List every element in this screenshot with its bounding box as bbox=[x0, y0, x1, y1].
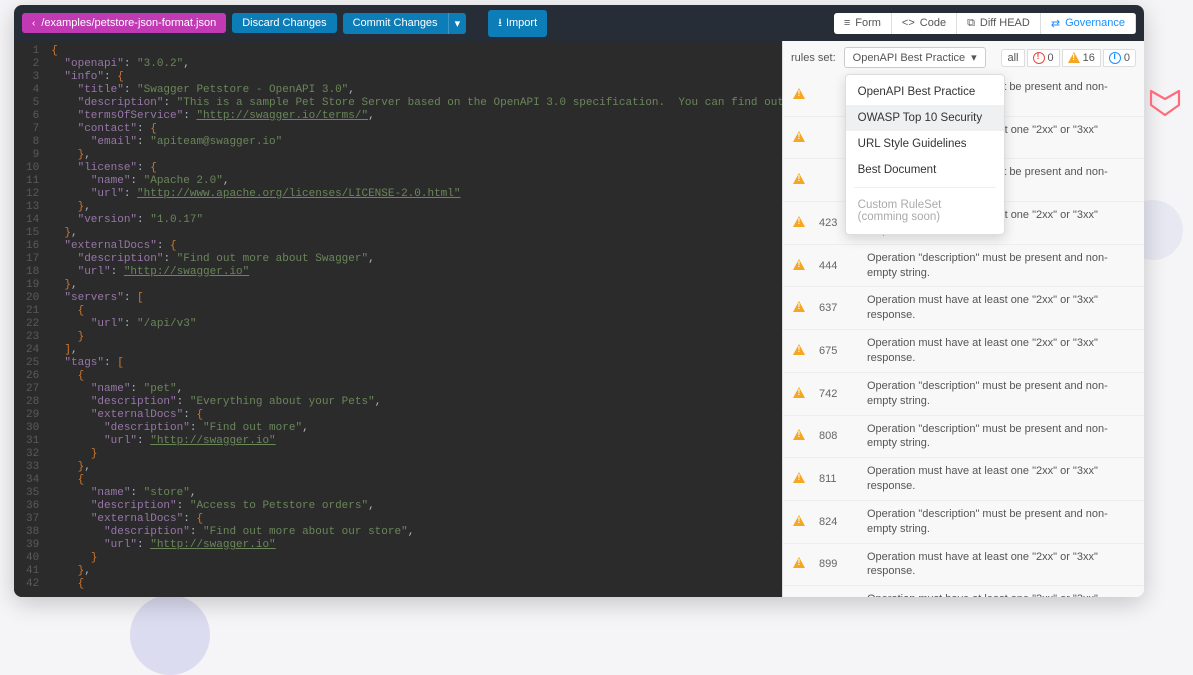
issue-line: 444 bbox=[819, 260, 857, 272]
issue-row[interactable]: 811 Operation must have at least one "2xx… bbox=[783, 458, 1144, 501]
tab-diff-head[interactable]: ⧉ Diff HEAD bbox=[957, 13, 1041, 34]
issue-line: 811 bbox=[819, 473, 857, 485]
chevron-down-icon: ▾ bbox=[971, 51, 977, 64]
warning-icon bbox=[793, 472, 805, 483]
issue-row[interactable]: 444 Operation "description" must be prese… bbox=[783, 245, 1144, 288]
ruleset-option[interactable]: Best Document bbox=[846, 157, 1004, 183]
breadcrumb-path: /examples/petstore-json-format.json bbox=[41, 17, 216, 29]
filter-errors[interactable]: 0 bbox=[1027, 49, 1060, 67]
filter-warnings[interactable]: 16 bbox=[1062, 49, 1101, 67]
rules-set-label: rules set: bbox=[791, 52, 836, 64]
commit-dropdown-icon[interactable]: ▾ bbox=[448, 13, 467, 34]
line-gutter: 1234567891011121314151617181920212223242… bbox=[14, 41, 47, 597]
back-arrow-icon: ‹ bbox=[32, 18, 35, 29]
warning-icon bbox=[793, 131, 805, 142]
issue-message: Operation "description" must be present … bbox=[867, 507, 1134, 537]
code-icon: <> bbox=[902, 17, 915, 29]
issue-row[interactable]: 899 Operation must have at least one "2xx… bbox=[783, 544, 1144, 587]
code-editor[interactable]: 1234567891011121314151617181920212223242… bbox=[14, 41, 782, 597]
issue-line: 675 bbox=[819, 345, 857, 357]
error-icon bbox=[1033, 52, 1045, 64]
code-content[interactable]: { "openapi": "3.0.2", "info": { "title":… bbox=[47, 41, 782, 597]
panel-header: rules set: OpenAPI Best Practice ▾ OpenA… bbox=[783, 41, 1144, 74]
discard-changes-button[interactable]: Discard Changes bbox=[232, 13, 336, 33]
info-icon bbox=[1109, 52, 1121, 64]
commit-changes-split-button[interactable]: Commit Changes ▾ bbox=[343, 13, 467, 34]
issue-row[interactable]: 923Operation must have at least one "2xx… bbox=[783, 586, 1144, 597]
governance-panel: rules set: OpenAPI Best Practice ▾ OpenA… bbox=[782, 41, 1144, 597]
issue-row[interactable]: 675 Operation must have at least one "2xx… bbox=[783, 330, 1144, 373]
warning-icon bbox=[793, 557, 805, 568]
tab-form[interactable]: ≡ Form bbox=[834, 13, 892, 34]
commit-changes-button[interactable]: Commit Changes bbox=[343, 13, 448, 34]
brand-logo-icon bbox=[1147, 85, 1183, 126]
warning-icon bbox=[1068, 52, 1080, 63]
warning-icon bbox=[793, 216, 805, 227]
warning-icon bbox=[793, 429, 805, 440]
governance-icon: ⇄ bbox=[1051, 17, 1060, 30]
issue-line: 637 bbox=[819, 302, 857, 314]
issue-row[interactable]: 637 Operation must have at least one "2xx… bbox=[783, 287, 1144, 330]
tab-code[interactable]: <> Code bbox=[892, 13, 957, 34]
warning-icon bbox=[793, 387, 805, 398]
menu-divider bbox=[854, 187, 996, 188]
diff-icon: ⧉ bbox=[967, 17, 975, 30]
issue-message: Operation "description" must be present … bbox=[867, 379, 1134, 409]
issue-message: Operation must have at least one "2xx" o… bbox=[867, 550, 1134, 580]
issue-row[interactable]: 742 Operation "description" must be prese… bbox=[783, 373, 1144, 416]
filter-all[interactable]: all bbox=[1001, 49, 1024, 67]
view-tabs: ≡ Form <> Code ⧉ Diff HEAD ⇄ Governance bbox=[834, 13, 1136, 34]
app-window: ‹ /examples/petstore-json-format.json Di… bbox=[14, 5, 1144, 597]
issue-row[interactable]: 824 Operation "description" must be prese… bbox=[783, 501, 1144, 544]
topbar: ‹ /examples/petstore-json-format.json Di… bbox=[14, 5, 1144, 41]
import-button[interactable]: ⭳ Import bbox=[488, 10, 547, 37]
warning-icon bbox=[793, 173, 805, 184]
issue-counts: all 0 16 0 bbox=[1001, 49, 1136, 67]
warning-icon bbox=[793, 88, 805, 99]
import-icon: ⭳ bbox=[498, 14, 502, 33]
ruleset-option[interactable]: OWASP Top 10 Security bbox=[846, 105, 1004, 131]
warning-icon bbox=[793, 515, 805, 526]
ruleset-option-disabled: Custom RuleSet (comming soon) bbox=[846, 192, 1004, 230]
issue-message: Operation must have at least one "2xx" o… bbox=[867, 592, 1134, 597]
issue-line: 742 bbox=[819, 388, 857, 400]
issue-message: Operation "description" must be present … bbox=[867, 422, 1134, 452]
issue-line: 824 bbox=[819, 516, 857, 528]
ruleset-option[interactable]: URL Style Guidelines bbox=[846, 131, 1004, 157]
main-area: 1234567891011121314151617181920212223242… bbox=[14, 41, 1144, 597]
issue-line: 899 bbox=[819, 558, 857, 570]
ruleset-option[interactable]: OpenAPI Best Practice bbox=[846, 79, 1004, 105]
issue-message: Operation must have at least one "2xx" o… bbox=[867, 293, 1134, 323]
form-icon: ≡ bbox=[844, 17, 850, 29]
rules-set-dropdown[interactable]: OpenAPI Best Practice ▾ OpenAPI Best Pra… bbox=[844, 47, 986, 68]
breadcrumb[interactable]: ‹ /examples/petstore-json-format.json bbox=[22, 13, 226, 33]
issue-row[interactable]: 808 Operation "description" must be prese… bbox=[783, 416, 1144, 459]
warning-icon bbox=[793, 301, 805, 312]
warning-icon bbox=[793, 259, 805, 270]
issue-message: Operation "description" must be present … bbox=[867, 251, 1134, 281]
warning-icon bbox=[793, 344, 805, 355]
rules-set-dropdown-menu: OpenAPI Best Practice OWASP Top 10 Secur… bbox=[845, 74, 1005, 235]
issue-message: Operation must have at least one "2xx" o… bbox=[867, 336, 1134, 366]
tab-governance[interactable]: ⇄ Governance bbox=[1041, 13, 1136, 34]
issue-line: 808 bbox=[819, 430, 857, 442]
decorative-circle bbox=[130, 595, 210, 675]
issue-message: Operation must have at least one "2xx" o… bbox=[867, 464, 1134, 494]
filter-info[interactable]: 0 bbox=[1103, 49, 1136, 67]
